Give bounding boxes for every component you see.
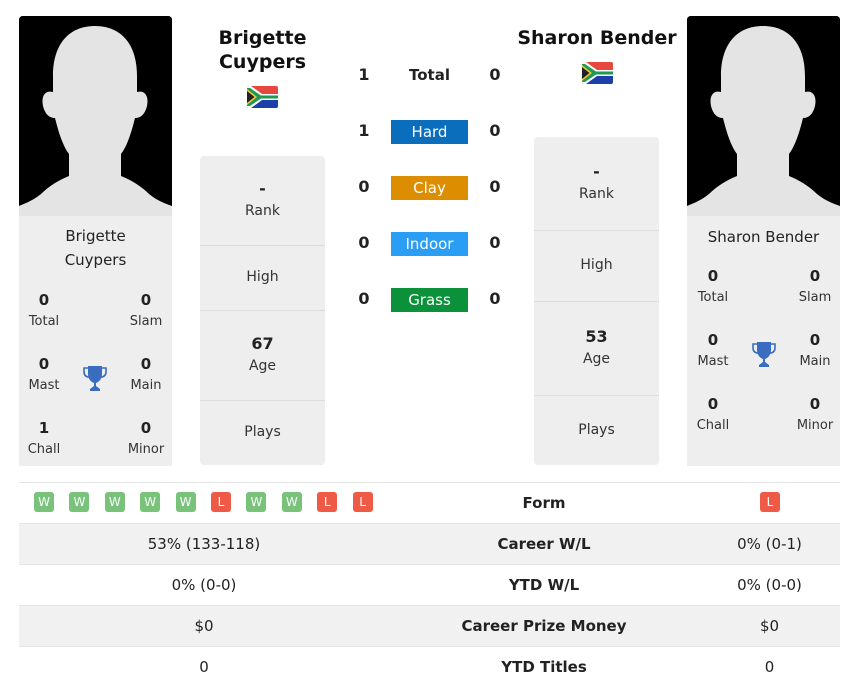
form-loss-badge[interactable]: L bbox=[317, 492, 338, 512]
ytd-titles-row: 0 YTD Titles 0 bbox=[19, 646, 840, 687]
h2h-total-p1: 1 bbox=[358, 65, 370, 84]
player1-titles-panel: Brigette Cuypers 0 Total 0 Slam 0 Mast 0… bbox=[19, 216, 172, 466]
form-win-badge[interactable]: W bbox=[69, 492, 90, 512]
h2h-total-label: Total bbox=[409, 66, 450, 84]
player-silhouette-icon bbox=[687, 16, 840, 216]
player2-ytd-wl: 0% (0-0) bbox=[737, 576, 802, 594]
h2h-clay-p1: 0 bbox=[358, 177, 370, 196]
trophy-icon bbox=[82, 364, 108, 392]
h2h-total-p2: 0 bbox=[489, 65, 501, 84]
player1-career-wl: 53% (133-118) bbox=[147, 535, 261, 553]
form-loss-badge[interactable]: L bbox=[211, 492, 231, 512]
form-loss-badge[interactable]: L bbox=[352, 492, 373, 512]
career-wl-row: 53% (133-118) Career W/L 0% (0-1) bbox=[19, 523, 840, 564]
player2-info-panel: - Rank High 53 Age Plays bbox=[534, 137, 659, 465]
player2-career-prize: $0 bbox=[759, 617, 780, 635]
form-label: Form bbox=[522, 494, 566, 512]
h2h-indoor-p2: 0 bbox=[489, 233, 501, 252]
h2h-clay-p2: 0 bbox=[489, 177, 501, 196]
south-africa-flag-icon bbox=[247, 86, 278, 108]
player2-stat-main: 0 Main bbox=[799, 331, 831, 369]
player2-stat-total: 0 Total bbox=[697, 267, 729, 305]
form-win-badge[interactable]: W bbox=[140, 492, 161, 512]
form-win-badge[interactable]: W bbox=[246, 492, 267, 512]
career-prize-row: $0 Career Prize Money $0 bbox=[19, 605, 840, 646]
ytd-wl-label: YTD W/L bbox=[508, 576, 580, 594]
player2-plays: Plays bbox=[534, 395, 659, 465]
player2-stat-chall: 0 Chall bbox=[696, 395, 730, 433]
h2h-grass-p2: 0 bbox=[489, 289, 501, 308]
surface-grass-label[interactable]: Grass bbox=[391, 288, 468, 312]
player1-career-prize: $0 bbox=[194, 617, 214, 635]
player1-age: 67 Age bbox=[200, 310, 325, 400]
player2-career-wl: 0% (0-1) bbox=[737, 535, 802, 553]
player-silhouette-icon bbox=[19, 16, 172, 216]
player2-card-name[interactable]: Sharon Bender bbox=[687, 225, 840, 249]
player1-card-name[interactable]: Brigette Cuypers bbox=[19, 224, 172, 272]
form-win-badge[interactable]: W bbox=[281, 492, 302, 512]
player1-ytd-wl: 0% (0-0) bbox=[171, 576, 237, 594]
form-win-badge[interactable]: W bbox=[104, 492, 125, 512]
player2-name-heading[interactable]: Sharon Bender bbox=[508, 26, 686, 50]
player2-ytd-titles: 0 bbox=[764, 658, 775, 676]
player1-stat-mast: 0 Mast bbox=[28, 355, 60, 393]
surface-hard-label[interactable]: Hard bbox=[391, 120, 468, 144]
h2h-grass-p1: 0 bbox=[358, 289, 370, 308]
h2h-hard-p2: 0 bbox=[489, 121, 501, 140]
player1-plays: Plays bbox=[200, 400, 325, 465]
player2-photo[interactable] bbox=[687, 16, 840, 216]
player2-age: 53 Age bbox=[534, 301, 659, 395]
player1-ytd-titles: 0 bbox=[199, 658, 209, 676]
player2-high: High bbox=[534, 230, 659, 301]
surface-indoor-label[interactable]: Indoor bbox=[391, 232, 468, 256]
player1-stat-total: 0 Total bbox=[28, 291, 60, 329]
player1-info-panel: - Rank High 67 Age Plays bbox=[200, 156, 325, 465]
player1-high: High bbox=[200, 245, 325, 310]
surface-clay-label[interactable]: Clay bbox=[391, 176, 468, 200]
player2-stat-minor: 0 Minor bbox=[796, 395, 834, 433]
form-win-badge[interactable]: W bbox=[175, 492, 196, 512]
player2-titles-panel: Sharon Bender 0 Total 0 Slam 0 Mast 0 Ma… bbox=[687, 216, 840, 466]
career-prize-label: Career Prize Money bbox=[461, 617, 627, 635]
player2-card: Sharon Bender 0 Total 0 Slam 0 Mast 0 Ma… bbox=[687, 16, 840, 466]
player1-name-heading[interactable]: Brigette Cuypers bbox=[200, 26, 325, 74]
player1-stat-main: 0 Main bbox=[130, 355, 162, 393]
player1-photo[interactable] bbox=[19, 16, 172, 216]
career-wl-label: Career W/L bbox=[497, 535, 591, 553]
player2-rank: - Rank bbox=[579, 162, 614, 202]
player1-stat-slam: 0 Slam bbox=[129, 291, 163, 329]
h2h-hard-p1: 1 bbox=[358, 121, 370, 140]
h2h-indoor-p1: 0 bbox=[358, 233, 370, 252]
player2-stat-mast: 0 Mast bbox=[697, 331, 729, 369]
trophy-icon bbox=[751, 340, 777, 368]
ytd-titles-label: YTD Titles bbox=[501, 658, 587, 676]
form-win-badge[interactable]: W bbox=[34, 492, 54, 512]
player2-stat-slam: 0 Slam bbox=[798, 267, 832, 305]
form-loss-badge[interactable]: L bbox=[760, 492, 780, 512]
player1-rank: - Rank bbox=[245, 179, 280, 219]
south-africa-flag-icon bbox=[582, 62, 613, 84]
player1-card: Brigette Cuypers 0 Total 0 Slam 0 Mast 0… bbox=[19, 16, 172, 466]
ytd-wl-row: 0% (0-0) YTD W/L 0% (0-0) bbox=[19, 564, 840, 605]
player1-stat-chall: 1 Chall bbox=[27, 419, 61, 457]
player1-stat-minor: 0 Minor bbox=[127, 419, 165, 457]
